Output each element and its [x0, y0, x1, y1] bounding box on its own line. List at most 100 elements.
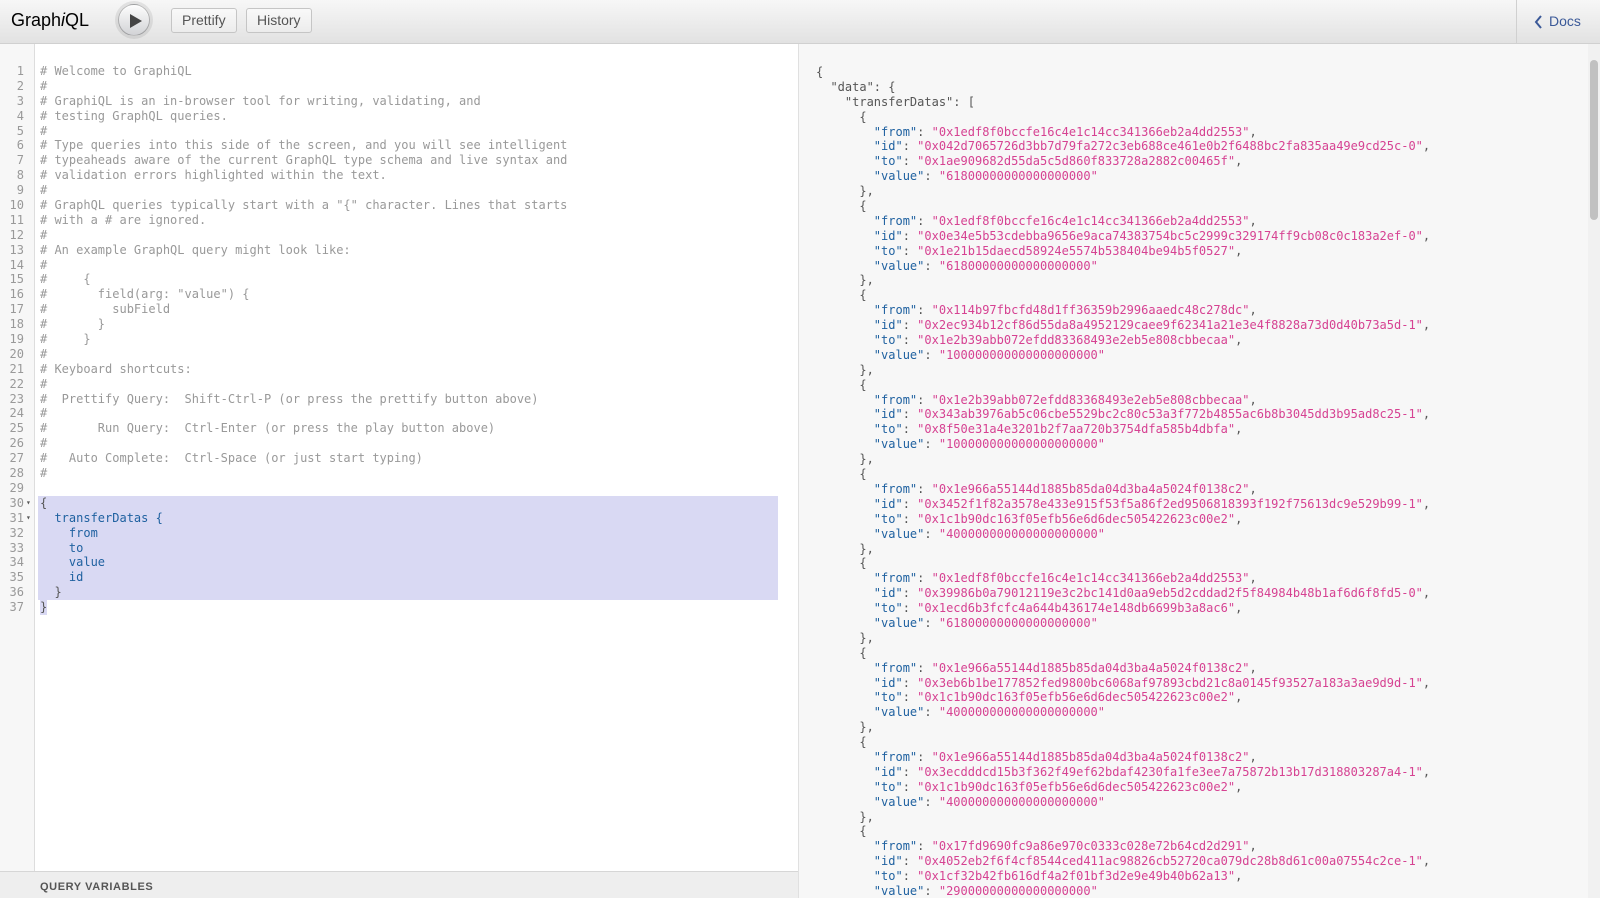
line-number: 9	[16, 183, 24, 198]
result-line: "to": "0x1c1b90dc163f05efb56e6d6dec50542…	[873, 511, 1243, 526]
editor-line[interactable]: 12 #	[0, 228, 798, 243]
line-number: 25	[9, 421, 24, 436]
line-text: # GraphiQL is an in-browser tool for wri…	[40, 93, 481, 108]
editor-line[interactable]: 10 # GraphQL queries typically start with…	[0, 198, 798, 213]
editor-line[interactable]: 35 id	[10, 570, 778, 586]
editor-line[interactable]: 27 # Auto Complete: Ctrl-Space (or just s…	[0, 451, 798, 466]
editor-line[interactable]: 33 to	[10, 540, 778, 556]
json-key: "value"	[873, 615, 925, 630]
line-text: #	[40, 376, 48, 391]
json-key: "to"	[873, 869, 903, 884]
line-number: 3	[16, 93, 24, 108]
editor-line[interactable]: 32 from	[10, 525, 778, 541]
line-text: #	[40, 436, 48, 451]
query-variables-bar[interactable]: QUERY VARIABLES	[0, 871, 798, 898]
json-value-to: 0x1e2b39abb072efdd83368493e2eb5e808cbbec…	[924, 333, 1228, 348]
line-number: 16	[9, 287, 24, 302]
json-key: "to"	[873, 154, 903, 169]
line-text: # }	[40, 332, 91, 347]
json-value-value: 400000000000000000000	[946, 526, 1098, 541]
json-key: "from"	[873, 303, 918, 318]
scrollbar-thumb[interactable]	[1590, 60, 1598, 220]
json-key: "id"	[873, 675, 903, 690]
line-number: 18	[9, 317, 24, 332]
editor-line[interactable]: 16 # field(arg: "value") {	[0, 287, 798, 302]
result-line: "value": "61800000000000000000"	[873, 258, 1098, 273]
editor-line[interactable]: 6 # Type queries into this side of the sc…	[0, 138, 798, 153]
json-value-id: 0x3ecdddcd15b3f362f49ef62bdaf4230fa1fe3e…	[924, 764, 1416, 779]
line-number: 23	[9, 391, 24, 406]
json-value-id: 0x343ab3976ab5c06cbe5529bc2c80c53a3f772b…	[924, 407, 1416, 422]
editor-line[interactable]: 21 # Keyboard shortcuts:	[0, 362, 798, 377]
json-key: "from"	[873, 660, 918, 675]
editor-line[interactable]: 31 ▾ transferDatas {	[10, 510, 778, 526]
editor-line[interactable]: 4 # testing GraphQL queries.	[0, 109, 798, 124]
result-line: {	[816, 645, 867, 660]
editor-line[interactable]: 26 #	[0, 436, 798, 451]
query-editor[interactable]: 1 # Welcome to GraphiQL 2 #3 # GraphiQL is a…	[0, 44, 798, 871]
editor-line[interactable]: 19 # }	[0, 332, 798, 347]
editor-line[interactable]: 34 value	[10, 555, 778, 571]
docs-button[interactable]: Docs	[1516, 0, 1600, 43]
editor-line[interactable]: 15 # {	[0, 272, 798, 287]
json-value-value: 400000000000000000000	[946, 794, 1098, 809]
editor-line[interactable]: 14 #	[0, 258, 798, 273]
editor-line[interactable]: 1 # Welcome to GraphiQL	[0, 64, 798, 79]
editor-line[interactable]: 29	[0, 481, 798, 496]
fold-arrow-icon[interactable]: ▾	[26, 511, 31, 526]
line-number: 17	[9, 302, 24, 317]
editor-line[interactable]: 9 #	[0, 183, 798, 198]
editor-line[interactable]: 3 # GraphiQL is an in-browser tool for wr…	[0, 94, 798, 109]
json-key: "from"	[873, 124, 918, 139]
result-line: "id": "0x3ecdddcd15b3f362f49ef62bdaf4230…	[873, 764, 1431, 779]
editor-line[interactable]: 23 # Prettify Query: Shift-Ctrl-P (or pre…	[0, 392, 798, 407]
result-line: {	[816, 556, 867, 571]
query-code[interactable]: 1 # Welcome to GraphiQL 2 #3 # GraphiQL is a…	[0, 64, 798, 615]
execute-query-button[interactable]	[118, 4, 150, 36]
editor-line[interactable]: 20 #	[0, 347, 798, 362]
result-line: "id": "0x4052eb2f6f4cf8544ced411ac98826c…	[873, 854, 1431, 869]
json-value-from: 0x1edf8f0bccfe16c4e1c14cc341366eb2a4dd25…	[938, 213, 1243, 228]
editor-line[interactable]: 13 # An example GraphQL query might look …	[0, 243, 798, 258]
json-key: "to"	[873, 601, 903, 616]
editor-line[interactable]: 2 #	[0, 79, 798, 94]
result-code: {▾ "data": {▾ "transferDatas": [▾▾ { "fr…	[816, 65, 1430, 898]
json-key: "value"	[873, 883, 925, 898]
editor-line[interactable]: 11 # with a # are ignored.	[0, 213, 798, 228]
result-scrollbar[interactable]	[1588, 44, 1600, 898]
prettify-button[interactable]: Prettify	[171, 8, 237, 33]
json-value-value: 400000000000000000000	[946, 705, 1098, 720]
editor-line[interactable]: 36 }	[10, 585, 778, 601]
fold-arrow-icon[interactable]: ▾	[26, 496, 31, 511]
json-value-value: 100000000000000000000	[946, 437, 1098, 452]
json-value-id: 0x3452f1f82a3578e433e915f53f5a86f2ed9506…	[924, 496, 1416, 511]
result-line: "to": "0x1c1b90dc163f05efb56e6d6dec50542…	[873, 779, 1243, 794]
result-line: "value": "100000000000000000000"	[873, 347, 1106, 362]
history-button[interactable]: History	[246, 8, 312, 33]
result-line: "to": "0x1cf32b42fb616df4a2f01bf3d2e9e49…	[873, 869, 1243, 884]
json-value-value: 29000000000000000000	[946, 883, 1091, 898]
editor-line[interactable]: 25 # Run Query: Ctrl-Enter (or press the …	[0, 421, 798, 436]
line-number: 35	[9, 570, 24, 585]
line-text: # validation errors highlighted within t…	[40, 168, 387, 183]
json-value-id: 0x0e34e5b53cdebba9656e9aca74383754bc5c29…	[924, 228, 1416, 243]
editor-line[interactable]: 7 # typeaheads aware of the current Graph…	[0, 153, 798, 168]
line-text: to	[40, 540, 84, 555]
editor-line[interactable]: 8 # validation errors highlighted within …	[0, 168, 798, 183]
editor-line[interactable]: 5 #	[0, 124, 798, 139]
json-value-from: 0x17fd9690fc9a86e970c0333c028e72b64cd2d2…	[938, 839, 1243, 854]
json-key: "id"	[873, 586, 903, 601]
editor-line[interactable]: 30 ▾ {	[10, 495, 778, 511]
editor-line[interactable]: 28 #	[0, 466, 798, 481]
editor-line[interactable]: 17 # subField	[0, 302, 798, 317]
editor-line[interactable]: 18 # }	[0, 317, 798, 332]
editor-line[interactable]: 37}	[0, 600, 798, 615]
editor-line[interactable]: 24 #	[0, 406, 798, 421]
result-line: "from": "0x114b97fbcfd48d1ff36359b2996aa…	[873, 303, 1257, 318]
json-value-to: 0x1ecd6b3fcfc4a644b436174e148db6699b3a8a…	[924, 601, 1228, 616]
editor-line[interactable]: 22 #	[0, 377, 798, 392]
result-line: {	[816, 824, 867, 839]
line-text: from	[40, 525, 98, 540]
line-text: #	[40, 346, 48, 361]
line-number: 22	[9, 376, 24, 391]
